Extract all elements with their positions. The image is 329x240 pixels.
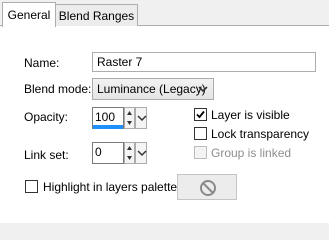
highlight-label[interactable]: Highlight in layers palette:	[43, 180, 180, 194]
chevron-down-icon[interactable]	[125, 153, 134, 163]
group-linked-checkbox	[194, 146, 207, 159]
chevron-down-icon	[137, 115, 147, 122]
blend-mode-value: Luminance (Legacy)	[97, 82, 206, 96]
chevron-up-icon[interactable]	[125, 143, 134, 153]
highlight-color-button[interactable]	[177, 174, 237, 200]
name-value: Raster 7	[97, 55, 143, 69]
tab-blend-ranges[interactable]: Blend Ranges	[55, 4, 138, 26]
link-set-label: Link set:	[24, 148, 69, 162]
highlight-checkbox[interactable]	[25, 180, 38, 193]
opacity-stepper[interactable]	[124, 107, 135, 129]
opacity-value: 100	[95, 110, 116, 124]
chevron-up-icon[interactable]	[125, 108, 134, 118]
layer-visible-label[interactable]: Layer is visible	[211, 108, 290, 122]
opacity-label: Opacity:	[24, 110, 69, 124]
chevron-down-icon[interactable]	[125, 118, 134, 128]
group-linked-label: Group is linked	[211, 146, 292, 160]
link-set-dropdown-toggle[interactable]	[135, 142, 147, 164]
lock-transparency-label[interactable]: Lock transparency	[211, 127, 309, 141]
link-set-value: 0	[95, 145, 102, 159]
layer-visible-checkbox[interactable]	[194, 108, 207, 121]
blend-mode-dropdown[interactable]: Luminance (Legacy)	[92, 78, 214, 100]
no-color-icon	[200, 180, 216, 196]
lock-transparency-checkbox[interactable]	[194, 127, 207, 140]
chevron-down-icon	[137, 150, 147, 157]
blend-mode-label: Blend mode:	[24, 82, 92, 96]
opacity-level-bar	[93, 125, 123, 129]
tab-blend-ranges-label: Blend Ranges	[58, 8, 135, 23]
link-set-input[interactable]: 0	[92, 142, 124, 164]
opacity-slider-toggle[interactable]	[135, 107, 147, 129]
tab-general-label: General	[7, 8, 51, 22]
chevron-down-icon	[198, 86, 208, 93]
checkmark-icon	[196, 110, 205, 119]
name-field[interactable]: Raster 7	[92, 52, 316, 72]
tab-general[interactable]: General	[2, 2, 56, 27]
link-set-stepper[interactable]	[124, 142, 135, 164]
name-label: Name:	[24, 56, 60, 70]
